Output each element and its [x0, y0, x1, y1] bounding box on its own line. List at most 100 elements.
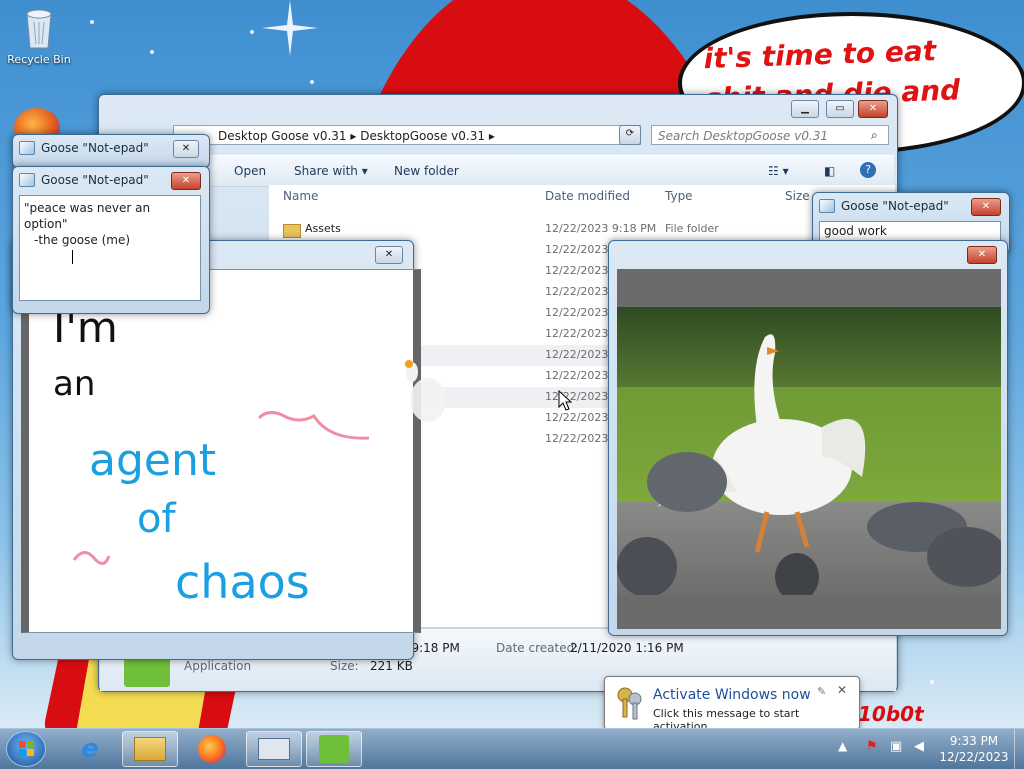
action-center-icon[interactable]: ⚑: [866, 739, 878, 754]
close-button[interactable]: ✕: [858, 100, 888, 118]
close-button[interactable]: ✕: [967, 246, 997, 264]
snowflake: [150, 50, 154, 54]
column-name[interactable]: Name: [283, 189, 318, 203]
snowflake: [930, 680, 934, 684]
partial-desktop-text: 10b0t: [858, 702, 924, 726]
search-icon[interactable]: ⌕: [871, 128, 878, 143]
chevron-right-icon[interactable]: ▸: [489, 129, 495, 143]
network-icon[interactable]: ▣: [890, 739, 902, 754]
notepad-window: Goose "Not-epad" ✕ "peace was never an o…: [12, 166, 210, 314]
taskbar-desktop-goose[interactable]: [306, 731, 362, 767]
close-icon[interactable]: ✕: [837, 683, 847, 697]
windows-logo-icon: [19, 741, 34, 756]
activation-title: Activate Windows now: [653, 687, 811, 703]
column-type[interactable]: Type: [665, 189, 693, 203]
drawing-canvas[interactable]: I'm an agent of chaos: [21, 269, 421, 633]
notepad-icon: [19, 141, 35, 155]
maximize-button[interactable]: ▭: [826, 100, 854, 118]
goose-photo: [617, 307, 1001, 595]
keyboard-icon: [258, 738, 290, 760]
chevron-right-icon[interactable]: ▸: [350, 129, 360, 143]
window-title: Goose "Not-epad": [819, 199, 949, 213]
window-title-text: Goose "Not-epad": [41, 141, 149, 155]
clock-time: 9:33 PM: [949, 734, 999, 748]
window-title-text: Goose "Not-epad": [41, 173, 149, 187]
start-button[interactable]: [6, 731, 46, 767]
breadcrumb-item[interactable]: Desktop Goose v0.31: [218, 129, 347, 143]
mouse-cursor-icon: [558, 390, 572, 411]
share-with-button[interactable]: Share with ▾: [294, 164, 368, 178]
keys-icon: [617, 687, 642, 720]
address-bar[interactable]: Desktop Goose v0.31 ▸ DesktopGoose v0.31…: [173, 125, 641, 145]
file-type: File folder: [665, 222, 719, 235]
folder-icon: [283, 224, 301, 238]
column-size[interactable]: Size: [785, 189, 810, 203]
sparkle-icon: [262, 0, 318, 56]
snowflake: [250, 30, 254, 34]
details-type: Application: [184, 659, 252, 673]
taskbar-file-explorer[interactable]: [122, 731, 178, 767]
details-date-created: 2/11/2020 1:16 PM: [570, 641, 684, 655]
taskbar-keyboard-app[interactable]: [246, 731, 302, 767]
open-button[interactable]: Open: [234, 164, 266, 178]
taskbar-internet-explorer[interactable]: e: [62, 731, 118, 767]
desktop-goose-sprite[interactable]: [400, 354, 456, 426]
refresh-button[interactable]: ⟳: [619, 125, 641, 145]
details-size-label: Size:: [330, 659, 359, 673]
share-with-label: Share with: [294, 164, 358, 178]
internet-explorer-icon: e: [81, 734, 99, 764]
show-hidden-icons[interactable]: ▲: [838, 739, 847, 753]
folder-icon: [134, 737, 166, 761]
volume-icon[interactable]: ◀: [914, 739, 924, 754]
window-title: Goose "Not-epad": [19, 141, 149, 155]
activation-message: Click this message to start activation.: [653, 707, 800, 728]
help-icon[interactable]: ?: [860, 162, 876, 178]
search-input[interactable]: Search DesktopGoose v0.31: [651, 125, 889, 145]
file-name: Assets: [305, 222, 341, 235]
new-folder-button[interactable]: New folder: [394, 164, 459, 178]
preview-pane-icon[interactable]: ◧: [824, 164, 835, 178]
drawn-word: agent: [89, 435, 216, 486]
notepad-icon: [19, 173, 35, 187]
column-headers: Name Date modified Type Size: [269, 185, 895, 208]
window-title: Goose "Not-epad": [19, 173, 149, 187]
firefox-icon: [198, 735, 226, 763]
settings-icon[interactable]: ✎: [817, 685, 826, 698]
taskbar: e ▲ ⚑ ▣ ◀ 9:33 PM 12/22/2023: [0, 728, 1024, 769]
note-line: -the goose (me): [34, 233, 131, 247]
notepad-icon: [819, 199, 835, 213]
notepad-window-back: Goose "Not-epad" ✕: [12, 134, 210, 168]
snowflake: [310, 80, 314, 84]
taskbar-firefox[interactable]: [184, 731, 240, 767]
window-title-text: Goose "Not-epad": [841, 199, 949, 213]
minimize-button[interactable]: ▁: [791, 100, 819, 118]
view-options-icon[interactable]: ☷ ▾: [768, 164, 789, 178]
close-button[interactable]: ✕: [375, 246, 403, 264]
goose-figure: [617, 334, 1001, 595]
clock[interactable]: 9:33 PM 12/22/2023: [938, 733, 1010, 765]
clock-date: 12/22/2023: [939, 750, 1009, 764]
recycle-bin-shortcut[interactable]: Recycle Bin: [4, 6, 74, 66]
column-date-modified[interactable]: Date modified: [545, 189, 630, 203]
activation-notification[interactable]: Activate Windows now Click this message …: [604, 676, 860, 728]
details-date-created-label: Date created:: [496, 641, 579, 655]
note-line: "peace was never an option": [24, 201, 151, 231]
desktop: it's time to eat shit and die and chew a…: [0, 0, 1024, 728]
drawn-word: chaos: [175, 555, 310, 609]
breadcrumb-item[interactable]: DesktopGoose v0.31: [360, 129, 485, 143]
recycle-bin-icon: [26, 9, 52, 49]
close-button[interactable]: ✕: [173, 140, 199, 158]
close-button[interactable]: ✕: [971, 198, 1001, 216]
text-cursor: [72, 250, 73, 264]
close-button[interactable]: ✕: [171, 172, 201, 190]
details-size: 221 KB: [370, 659, 413, 673]
image-frame: [617, 269, 1001, 629]
command-bar: Open Share with ▾ New folder ☷ ▾ ◧ ?: [100, 155, 894, 187]
drawing-strokes: I'm an agent of chaos: [53, 303, 370, 609]
drawn-word: an: [53, 364, 95, 404]
notepad-text-area[interactable]: "peace was never an option" -the goose (…: [19, 195, 201, 301]
goose-app-icon: [319, 735, 349, 763]
drawn-word: of: [137, 496, 176, 542]
show-desktop-button[interactable]: [1014, 729, 1024, 769]
table-row[interactable]: Assets 12/22/2023 9:18 PM File folder: [269, 219, 895, 240]
